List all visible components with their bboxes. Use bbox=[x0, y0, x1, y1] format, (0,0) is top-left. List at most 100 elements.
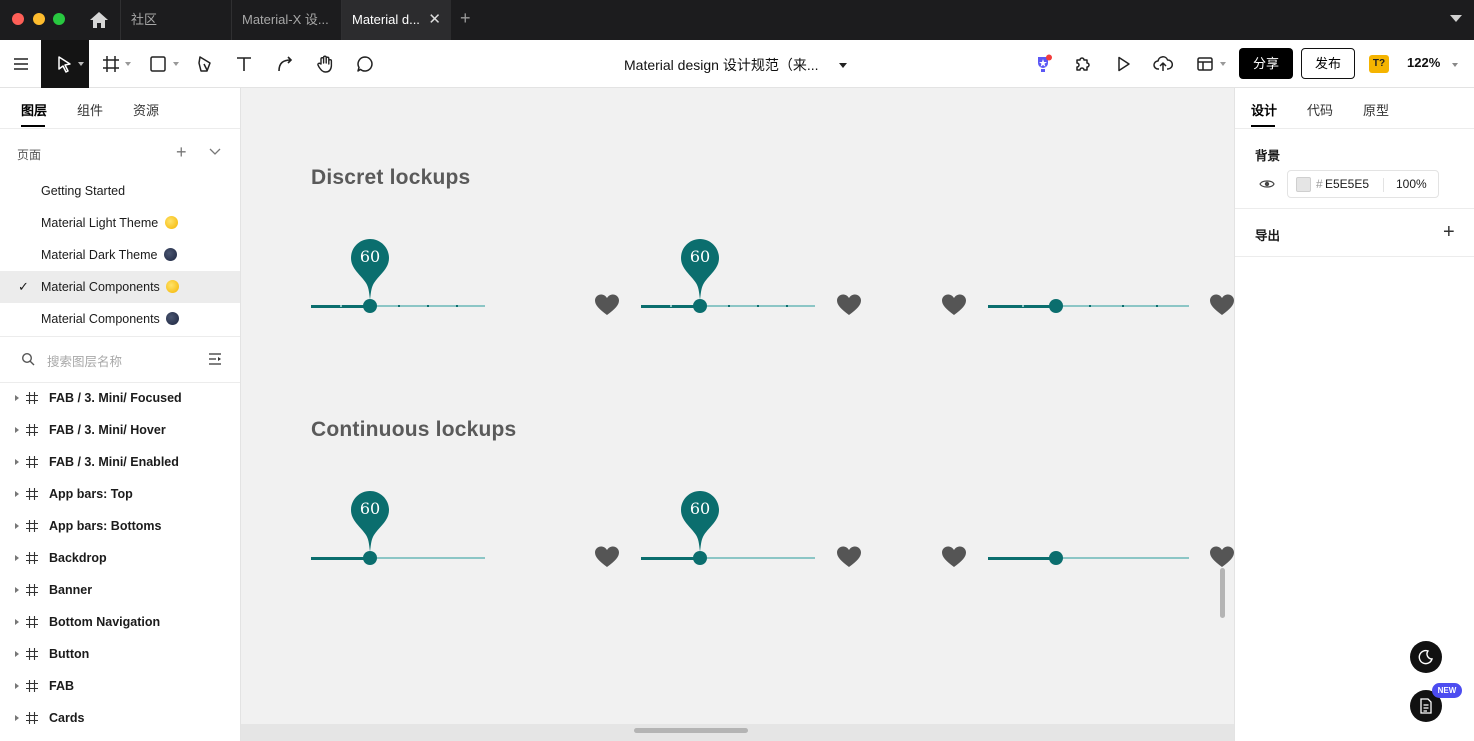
frame-icon[interactable] bbox=[99, 52, 123, 76]
layer-row[interactable]: FAB / 3. Mini/ Enabled bbox=[0, 446, 240, 478]
horizontal-scrollbar[interactable] bbox=[241, 724, 1234, 741]
expand-caret-icon[interactable] bbox=[15, 395, 19, 401]
chevron-down-icon[interactable] bbox=[1452, 63, 1458, 67]
plugin-icon[interactable] bbox=[1071, 52, 1095, 76]
value-label-pin: 60 bbox=[350, 238, 390, 304]
eye-icon[interactable] bbox=[1259, 178, 1275, 190]
search-input[interactable]: 搜索图层名称 bbox=[47, 351, 122, 370]
page-item[interactable]: Material Components bbox=[0, 303, 240, 335]
publish-button[interactable]: 发布 bbox=[1301, 48, 1355, 79]
heart-icon[interactable] bbox=[941, 545, 967, 569]
layer-row[interactable]: Cards bbox=[0, 702, 240, 734]
tab-community[interactable]: 社区 bbox=[120, 0, 231, 40]
expand-caret-icon[interactable] bbox=[15, 587, 19, 593]
chevron-down-icon[interactable] bbox=[1220, 62, 1226, 66]
page-item[interactable]: Getting Started bbox=[0, 175, 240, 207]
slider-thumb[interactable] bbox=[1049, 551, 1063, 565]
canvas[interactable]: Discret lockups Continuous lockups 60 60 6… bbox=[241, 88, 1234, 741]
divider bbox=[1235, 208, 1474, 209]
layer-row[interactable]: Bottom Navigation bbox=[0, 606, 240, 638]
slider-thumb[interactable] bbox=[1049, 299, 1063, 313]
zoom-level[interactable]: 122% bbox=[1407, 55, 1440, 70]
new-tab-button[interactable]: + bbox=[460, 8, 471, 29]
background-color-field[interactable]: # E5E5E5 100% bbox=[1287, 170, 1439, 198]
slider-tick bbox=[757, 305, 759, 307]
heart-icon[interactable] bbox=[836, 545, 862, 569]
page-item[interactable]: Material Dark Theme bbox=[0, 239, 240, 271]
layer-row[interactable]: FAB / 3. Mini/ Hover bbox=[0, 414, 240, 446]
tab-list-chevron-icon[interactable] bbox=[1450, 15, 1462, 22]
avatar[interactable]: T? bbox=[1369, 55, 1389, 73]
share-button[interactable]: 分享 bbox=[1239, 48, 1293, 79]
dark-mode-button[interactable] bbox=[1410, 641, 1442, 673]
chevron-down-icon[interactable] bbox=[209, 146, 221, 156]
upload-icon[interactable] bbox=[1151, 52, 1175, 76]
chevron-down-icon[interactable] bbox=[173, 62, 179, 66]
scrollbar-thumb[interactable] bbox=[634, 728, 748, 733]
layer-row[interactable]: Banner bbox=[0, 574, 240, 606]
chevron-down-icon[interactable] bbox=[839, 63, 847, 68]
heart-icon[interactable] bbox=[594, 293, 620, 317]
tab-design[interactable]: 设计 bbox=[1251, 100, 1277, 119]
expand-caret-icon[interactable] bbox=[15, 491, 19, 497]
layer-row[interactable]: Button bbox=[0, 638, 240, 670]
slider-value-label: 60 bbox=[689, 247, 711, 266]
hex-value[interactable]: E5E5E5 bbox=[1325, 177, 1369, 191]
heart-icon[interactable] bbox=[594, 545, 620, 569]
expand-caret-icon[interactable] bbox=[15, 459, 19, 465]
comment-icon[interactable] bbox=[353, 52, 377, 76]
home-icon[interactable] bbox=[88, 10, 110, 30]
tab-code[interactable]: 代码 bbox=[1307, 100, 1333, 119]
divider bbox=[1383, 178, 1384, 192]
menu-icon[interactable] bbox=[9, 52, 33, 76]
pen-icon[interactable] bbox=[193, 52, 217, 76]
tab-material-design[interactable]: Material d... ✕ bbox=[341, 0, 451, 40]
color-swatch[interactable] bbox=[1296, 177, 1311, 192]
expand-caret-icon[interactable] bbox=[15, 619, 19, 625]
rectangle-icon[interactable] bbox=[146, 52, 170, 76]
maximize-window-button[interactable] bbox=[53, 13, 65, 25]
expand-caret-icon[interactable] bbox=[15, 555, 19, 561]
layer-row[interactable]: FAB bbox=[0, 670, 240, 702]
add-page-button[interactable]: + bbox=[176, 143, 187, 161]
page-item[interactable]: Material Light Theme bbox=[0, 207, 240, 239]
vertical-scrollbar-thumb[interactable] bbox=[1220, 568, 1225, 618]
layer-row[interactable]: App bars: Top bbox=[0, 478, 240, 510]
layer-row[interactable]: App bars: Bottoms bbox=[0, 510, 240, 542]
window-titlebar: 社区 Material-X 设... Material d... ✕ + bbox=[0, 0, 1474, 40]
document-title[interactable]: Material design 设计规范（来... bbox=[624, 55, 819, 75]
tab-components[interactable]: 组件 bbox=[77, 100, 103, 119]
layer-row[interactable]: Backdrop bbox=[0, 542, 240, 574]
layer-row[interactable]: FAB / 3. Mini/ Focused bbox=[0, 382, 240, 414]
expand-caret-icon[interactable] bbox=[15, 523, 19, 529]
play-icon[interactable] bbox=[1111, 52, 1135, 76]
chevron-down-icon[interactable] bbox=[125, 62, 131, 66]
heart-icon[interactable] bbox=[836, 293, 862, 317]
add-export-button[interactable]: + bbox=[1443, 222, 1455, 242]
expand-caret-icon[interactable] bbox=[15, 683, 19, 689]
trophy-icon[interactable] bbox=[1031, 52, 1055, 76]
tab-prototype[interactable]: 原型 bbox=[1363, 100, 1389, 119]
close-window-button[interactable] bbox=[12, 13, 24, 25]
layout-icon[interactable] bbox=[1193, 52, 1217, 76]
tab-layers[interactable]: 图层 bbox=[21, 100, 47, 119]
expand-caret-icon[interactable] bbox=[15, 427, 19, 433]
move-tool-button[interactable] bbox=[41, 40, 89, 88]
connector-icon[interactable] bbox=[273, 52, 297, 76]
filter-icon[interactable] bbox=[208, 352, 222, 366]
expand-caret-icon[interactable] bbox=[15, 651, 19, 657]
heart-icon[interactable] bbox=[941, 293, 967, 317]
hand-icon[interactable] bbox=[313, 52, 337, 76]
text-icon[interactable] bbox=[232, 52, 256, 76]
tab-label: Material-X 设... bbox=[242, 12, 329, 27]
page-item-selected[interactable]: ✓ Material Components bbox=[0, 271, 240, 303]
close-tab-icon[interactable]: ✕ bbox=[428, 0, 441, 40]
tab-assets[interactable]: 资源 bbox=[133, 100, 159, 119]
heart-icon[interactable] bbox=[1209, 545, 1234, 569]
minimize-window-button[interactable] bbox=[33, 13, 45, 25]
tab-material-x[interactable]: Material-X 设... bbox=[231, 0, 341, 40]
heart-icon[interactable] bbox=[1209, 293, 1234, 317]
opacity-value[interactable]: 100% bbox=[1396, 177, 1427, 191]
left-panel: 图层 组件 资源 页面 + Getting Started Material L… bbox=[0, 88, 241, 741]
expand-caret-icon[interactable] bbox=[15, 715, 19, 721]
